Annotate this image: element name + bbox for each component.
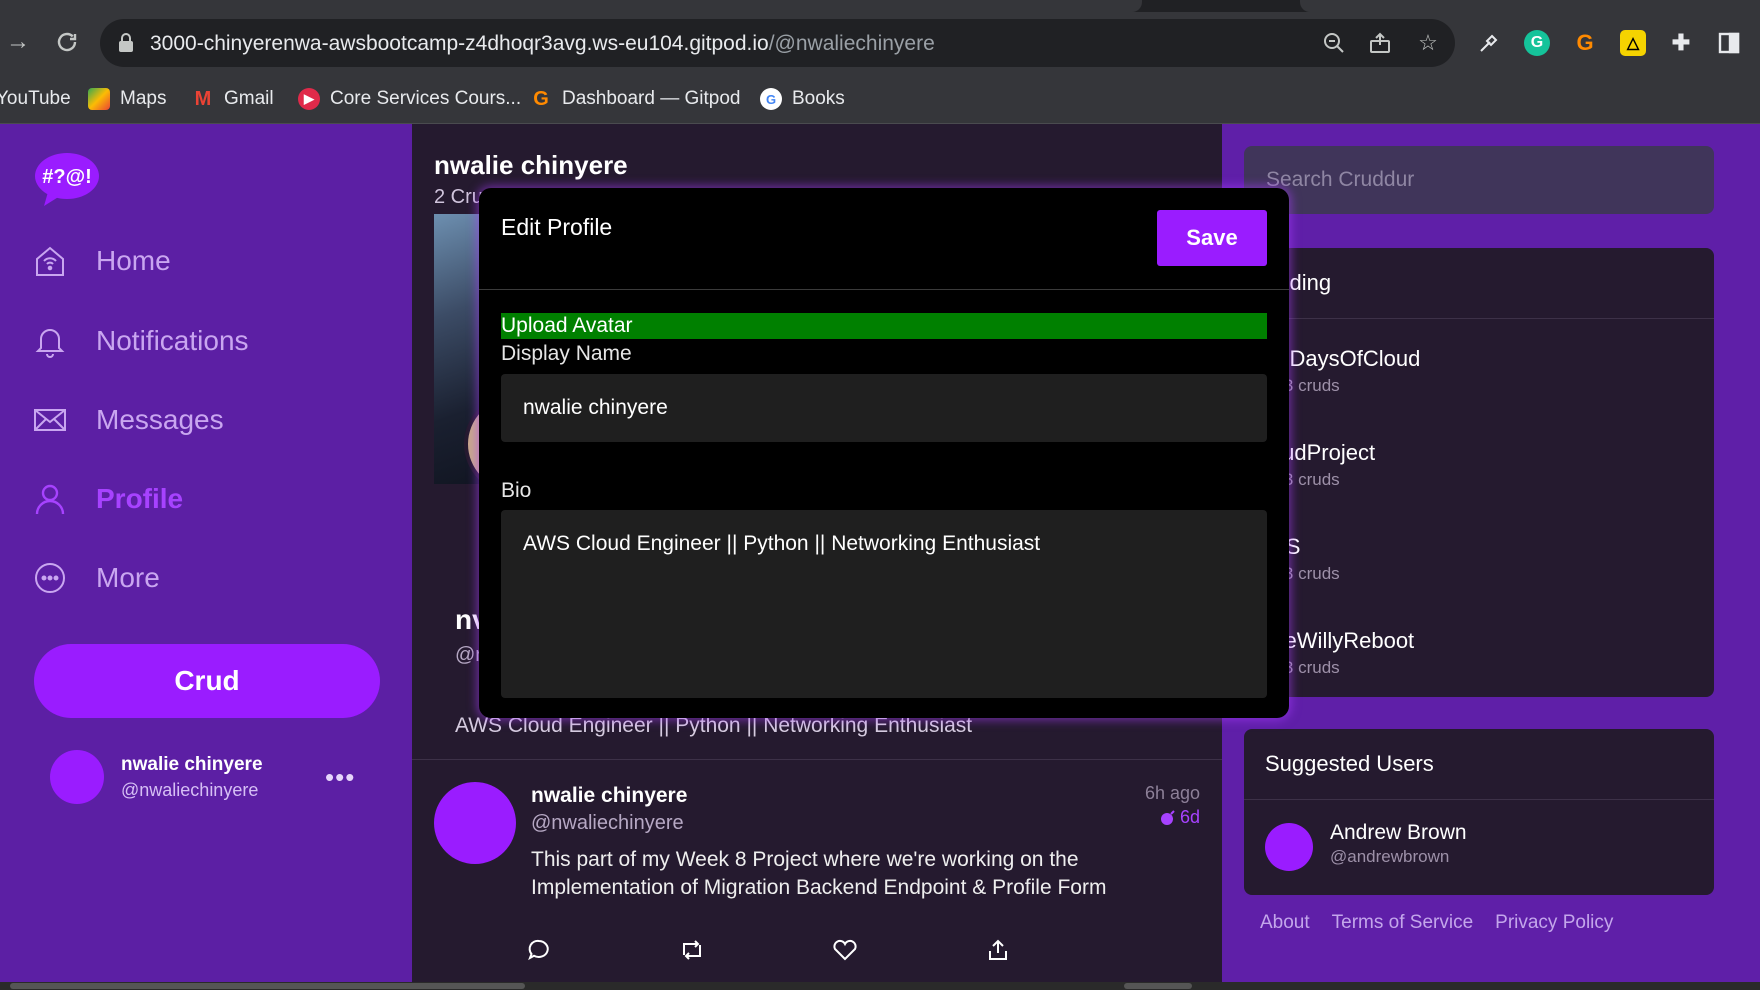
share-icon[interactable] — [1368, 31, 1392, 55]
svg-text:#?@!: #?@! — [42, 166, 92, 188]
bookmark-star-icon[interactable]: ☆ — [1416, 30, 1440, 55]
avatar[interactable] — [1265, 823, 1313, 871]
divider — [1244, 318, 1714, 319]
user-name: nwalie chinyere — [121, 754, 263, 775]
right-column: ending 00DaysOfCloud 053 cruds loudProje… — [1222, 124, 1760, 990]
sidebar-item-messages[interactable]: Messages — [32, 395, 224, 445]
google-icon: G — [760, 88, 782, 110]
gitpod-extension-icon[interactable]: G — [1572, 30, 1598, 56]
scrollbar-thumb[interactable] — [10, 983, 525, 989]
gmail-icon: M — [194, 87, 212, 110]
crud-count: 2 Cru — [434, 186, 483, 208]
footer-links: About Terms of Service Privacy Policy — [1260, 912, 1613, 934]
modal-title: Edit Profile — [501, 214, 613, 240]
page-title: nwalie chinyere — [434, 150, 628, 180]
post-author-handle: @nwaliechinyere — [531, 812, 684, 834]
sidebar-item-more[interactable]: More — [32, 553, 160, 603]
sidebar-item-label: Profile — [96, 483, 184, 514]
play-icon: ▶ — [298, 88, 320, 110]
bookmark-core-services[interactable]: ▶ Core Services Cours... — [298, 86, 521, 112]
sidepanel-icon[interactable] — [1716, 30, 1742, 56]
bell-icon — [32, 323, 68, 359]
user-menu-button[interactable]: ••• — [325, 762, 355, 793]
cruddur-logo[interactable]: #?@! — [34, 152, 100, 206]
post-message: This part of my Week 8 Project where we'… — [531, 848, 1107, 899]
avatar — [50, 750, 104, 804]
activity-item[interactable]: nwalie chinyere @nwaliechinyere 6h ago 6… — [412, 760, 1222, 990]
reload-icon[interactable] — [51, 26, 83, 58]
divider — [479, 289, 1289, 290]
divider — [1244, 799, 1714, 800]
user-handle: @nwaliechinyere — [121, 780, 259, 800]
more-circle-icon — [32, 560, 68, 596]
avatar — [434, 782, 516, 864]
url-text: 3000-chinyerenwa-awsbootcamp-z4dhoqr3avg… — [150, 32, 935, 55]
display-name-field[interactable] — [501, 374, 1267, 442]
post-expiry: 6d — [1160, 807, 1200, 828]
terms-link[interactable]: Terms of Service — [1332, 912, 1473, 934]
grammarly-icon[interactable]: G — [1524, 30, 1550, 56]
suggested-title: Suggested Users — [1265, 751, 1434, 776]
browser-tab[interactable] — [1300, 0, 1760, 12]
sidebar-item-label: Home — [96, 245, 171, 276]
lock-icon — [119, 33, 133, 52]
bio-textarea[interactable]: AWS Cloud Engineer || Python || Networki… — [501, 510, 1267, 698]
sidebar-item-notifications[interactable]: Notifications — [32, 316, 249, 366]
post-time: 6h ago — [1144, 783, 1200, 803]
bookmark-maps[interactable]: Maps — [88, 86, 166, 112]
share-icon[interactable] — [983, 935, 1013, 965]
privacy-link[interactable]: Privacy Policy — [1495, 912, 1613, 934]
user-icon — [32, 481, 68, 517]
forward-icon[interactable]: → — [2, 26, 34, 58]
about-link[interactable]: About — [1260, 912, 1310, 934]
extensions-puzzle-icon[interactable]: ✚ — [1668, 30, 1694, 56]
crud-button[interactable]: Crud — [34, 644, 380, 718]
post-actions — [524, 935, 1064, 965]
suggested-user-handle: @andrewbrown — [1330, 847, 1450, 866]
suggested-users-panel: Suggested Users Andrew Brown @andrewbrow… — [1244, 729, 1714, 895]
sidebar-item-label: Notifications — [96, 325, 249, 356]
save-button[interactable]: Save — [1157, 210, 1267, 266]
post-author-name: nwalie chinyere — [531, 784, 688, 807]
suggested-user-name[interactable]: Andrew Brown — [1330, 821, 1467, 845]
bomb-icon — [1160, 809, 1175, 825]
mail-icon — [32, 402, 68, 438]
upload-avatar-button[interactable]: Upload Avatar — [501, 313, 1267, 339]
bookmarks-bar: YouTube Maps M Gmail ▶ Core Services Cours… — [0, 74, 1760, 124]
scrollbar-thumb[interactable] — [1124, 983, 1192, 989]
trending-panel: ending 00DaysOfCloud 053 cruds loudProje… — [1244, 248, 1714, 697]
sidebar-item-profile[interactable]: Profile — [32, 474, 183, 524]
bookmark-gitpod-dashboard[interactable]: G Dashboard — Gitpod — [530, 86, 740, 112]
sidebar-item-label: Messages — [96, 404, 224, 435]
sidebar: #?@! Home Notifications Messages Profile — [0, 124, 412, 990]
zoom-icon[interactable] — [1322, 31, 1346, 55]
profile-handle: @r — [455, 644, 482, 666]
tab-strip — [0, 0, 1760, 12]
bookmark-books[interactable]: G Books — [760, 86, 845, 112]
current-user-card[interactable]: nwalie chinyere @nwaliechinyere ••• — [50, 750, 370, 806]
home-icon — [32, 243, 68, 279]
maps-icon — [88, 88, 110, 110]
eyedropper-icon[interactable] — [1476, 30, 1502, 56]
gitpod-icon: G — [533, 87, 549, 110]
repost-icon[interactable] — [677, 935, 707, 965]
display-name-label: Display Name — [501, 342, 632, 365]
drive-extension-icon[interactable]: △ — [1620, 30, 1646, 56]
reply-icon[interactable] — [524, 935, 554, 965]
sidebar-item-home[interactable]: Home — [32, 236, 171, 286]
address-bar[interactable]: 3000-chinyerenwa-awsbootcamp-z4dhoqr3avg… — [100, 19, 1455, 67]
sidebar-item-label: More — [96, 562, 160, 593]
horizontal-scrollbar[interactable] — [0, 982, 1760, 990]
bookmark-gmail[interactable]: M Gmail — [192, 86, 274, 112]
like-icon[interactable] — [830, 935, 860, 965]
edit-profile-modal: Edit Profile Save Upload Avatar Display … — [479, 188, 1289, 718]
search-input[interactable] — [1244, 146, 1714, 214]
bio-label: Bio — [501, 479, 532, 502]
browser-tab[interactable] — [0, 0, 1142, 12]
bookmark-youtube[interactable]: YouTube — [0, 86, 71, 112]
